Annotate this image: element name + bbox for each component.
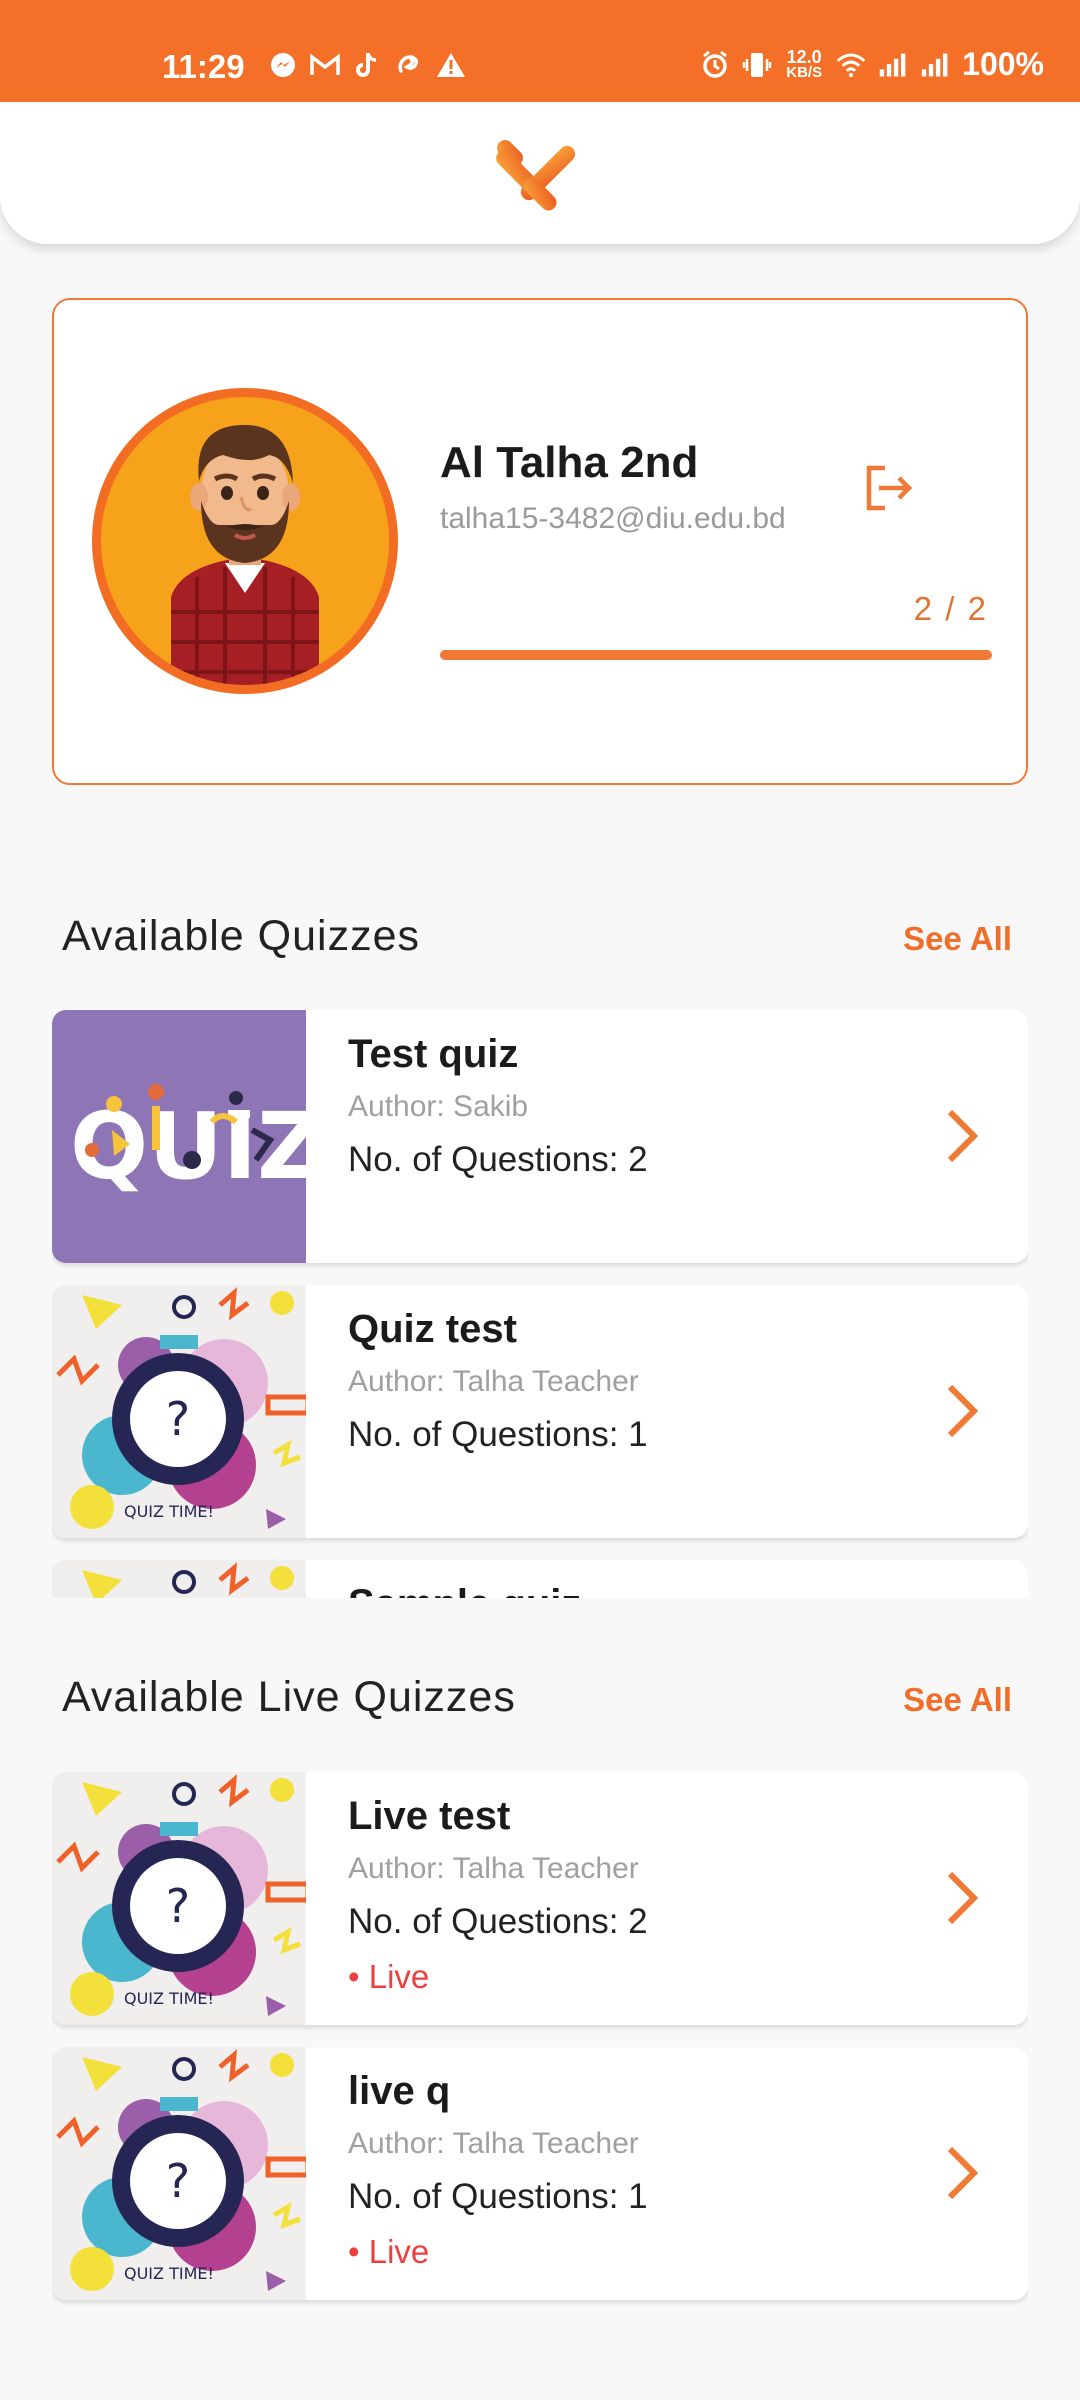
- live-quizzes-list: ? QUIZ TIME! Live test Author: Talha Tea…: [52, 1772, 1028, 2312]
- question-mark-glyph: ?: [166, 2154, 190, 2208]
- quiz-question-count: No. of Questions: 2: [348, 1902, 648, 1941]
- logout-icon: [866, 465, 913, 511]
- live-badge: • Live: [348, 1958, 430, 1995]
- quiz-thumbnail-banner: QUIZ: [52, 1010, 306, 1263]
- quiz-title: live q: [348, 2069, 451, 2113]
- available-quizzes-list: QUIZ Test quiz Author: Sakib No. of Ques…: [52, 1010, 1028, 1598]
- live-badge: • Live: [348, 2233, 430, 2270]
- vibrate-icon: [742, 50, 772, 80]
- quiz-question-count: No. of Questions: 1: [348, 1415, 648, 1454]
- live-quiz-card-live-q[interactable]: ? QUIZ TIME! live q Author: Talha Teache…: [52, 2047, 1028, 2300]
- system-icons: 12.0 KB/S 100%: [700, 46, 1044, 83]
- quiz-time-label: QUIZ TIME!: [124, 1989, 214, 2008]
- quiz-question-count: No. of Questions: 2: [348, 1140, 648, 1179]
- quiz-title: Quiz test: [348, 1307, 517, 1351]
- quiz-thumbnail-quiz-time: ? QUIZ TIME!: [52, 1772, 306, 2025]
- quiz-question-count: No. of Questions: 1: [348, 2177, 648, 2216]
- quiz-author: Author: Talha Teacher: [348, 2127, 639, 2160]
- chevron-right-icon[interactable]: [932, 1868, 992, 1928]
- see-all-live-quizzes-button[interactable]: See All: [903, 1681, 1012, 1719]
- question-mark-glyph: ?: [166, 1879, 190, 1933]
- quiz-author: Author: Talha Teacher: [348, 1852, 639, 1885]
- quiz-title: Sample quiz: [348, 1582, 581, 1598]
- network-speed: 12.0 KB/S: [784, 46, 824, 81]
- logout-button[interactable]: [859, 458, 919, 518]
- notification-icons: [268, 50, 466, 80]
- gmail-icon: [310, 50, 340, 80]
- airtel-icon: [394, 50, 424, 80]
- tiktok-icon: [352, 50, 382, 80]
- quiz-title: Live test: [348, 1794, 511, 1838]
- avatar-illustration: [171, 424, 319, 685]
- live-quizzes-title: Available Live Quizzes: [62, 1673, 516, 1721]
- warning-icon: [436, 50, 466, 80]
- quiz-author: Author: Sakib: [348, 1090, 529, 1123]
- messenger-icon: [268, 50, 298, 80]
- progress-bar-fill: [440, 650, 992, 660]
- status-time: 11:29: [162, 48, 245, 85]
- app-bar: [0, 102, 1080, 244]
- progress-bar: [440, 650, 992, 660]
- profile-email: talha15-3482@diu.edu.bd: [440, 502, 786, 535]
- quiz-thumbnail-quiz-time: ? QUIZ TIME!: [52, 1285, 306, 1538]
- battery-level: 100%: [962, 46, 1044, 82]
- avatar: [92, 388, 398, 694]
- chevron-right-icon[interactable]: [932, 2143, 992, 2203]
- network-speed-unit: KB/S: [786, 63, 823, 81]
- status-bar: 11:29 12.0 KB/S 100%: [0, 0, 1080, 102]
- progress-count: 2 / 2: [913, 590, 988, 627]
- quiz-card-test-quiz[interactable]: QUIZ Test quiz Author: Sakib No. of Ques…: [52, 1010, 1028, 1263]
- signal-icon-2: [920, 50, 950, 80]
- chevron-right-icon[interactable]: [932, 1106, 992, 1166]
- quiz-thumbnail-quiz-time: ? QUIZ TIME!: [52, 2047, 306, 2300]
- alarm-icon: [700, 50, 730, 80]
- quiz-time-label: QUIZ TIME!: [124, 2264, 214, 2283]
- quiz-thumbnail-quiz-time: [52, 1560, 306, 1598]
- quiz-banner-text: QUIZ: [70, 1093, 306, 1200]
- wifi-icon: [836, 50, 866, 80]
- live-quiz-card-live-test[interactable]: ? QUIZ TIME! Live test Author: Talha Tea…: [52, 1772, 1028, 2025]
- available-quizzes-title: Available Quizzes: [62, 912, 420, 960]
- network-speed-value: 12.0: [786, 46, 822, 67]
- quiz-card-partial[interactable]: Sample quiz: [52, 1560, 1028, 1598]
- quiz-author: Author: Talha Teacher: [348, 1365, 639, 1398]
- profile-name: Al Talha 2nd: [440, 438, 699, 487]
- quiz-time-label: QUIZ TIME!: [124, 1502, 214, 1521]
- quiz-card-quiz-test[interactable]: ? QUIZ TIME! Quiz test Author: Talha Tea…: [52, 1285, 1028, 1538]
- signal-icon-1: [878, 50, 908, 80]
- quiz-title: Test quiz: [348, 1032, 519, 1076]
- profile-card: Al Talha 2nd talha15-3482@diu.edu.bd 2 /…: [52, 298, 1028, 785]
- app-logo: [496, 140, 576, 211]
- chevron-right-icon[interactable]: [932, 1381, 992, 1441]
- question-mark-glyph: ?: [166, 1392, 190, 1446]
- see-all-quizzes-button[interactable]: See All: [903, 920, 1012, 958]
